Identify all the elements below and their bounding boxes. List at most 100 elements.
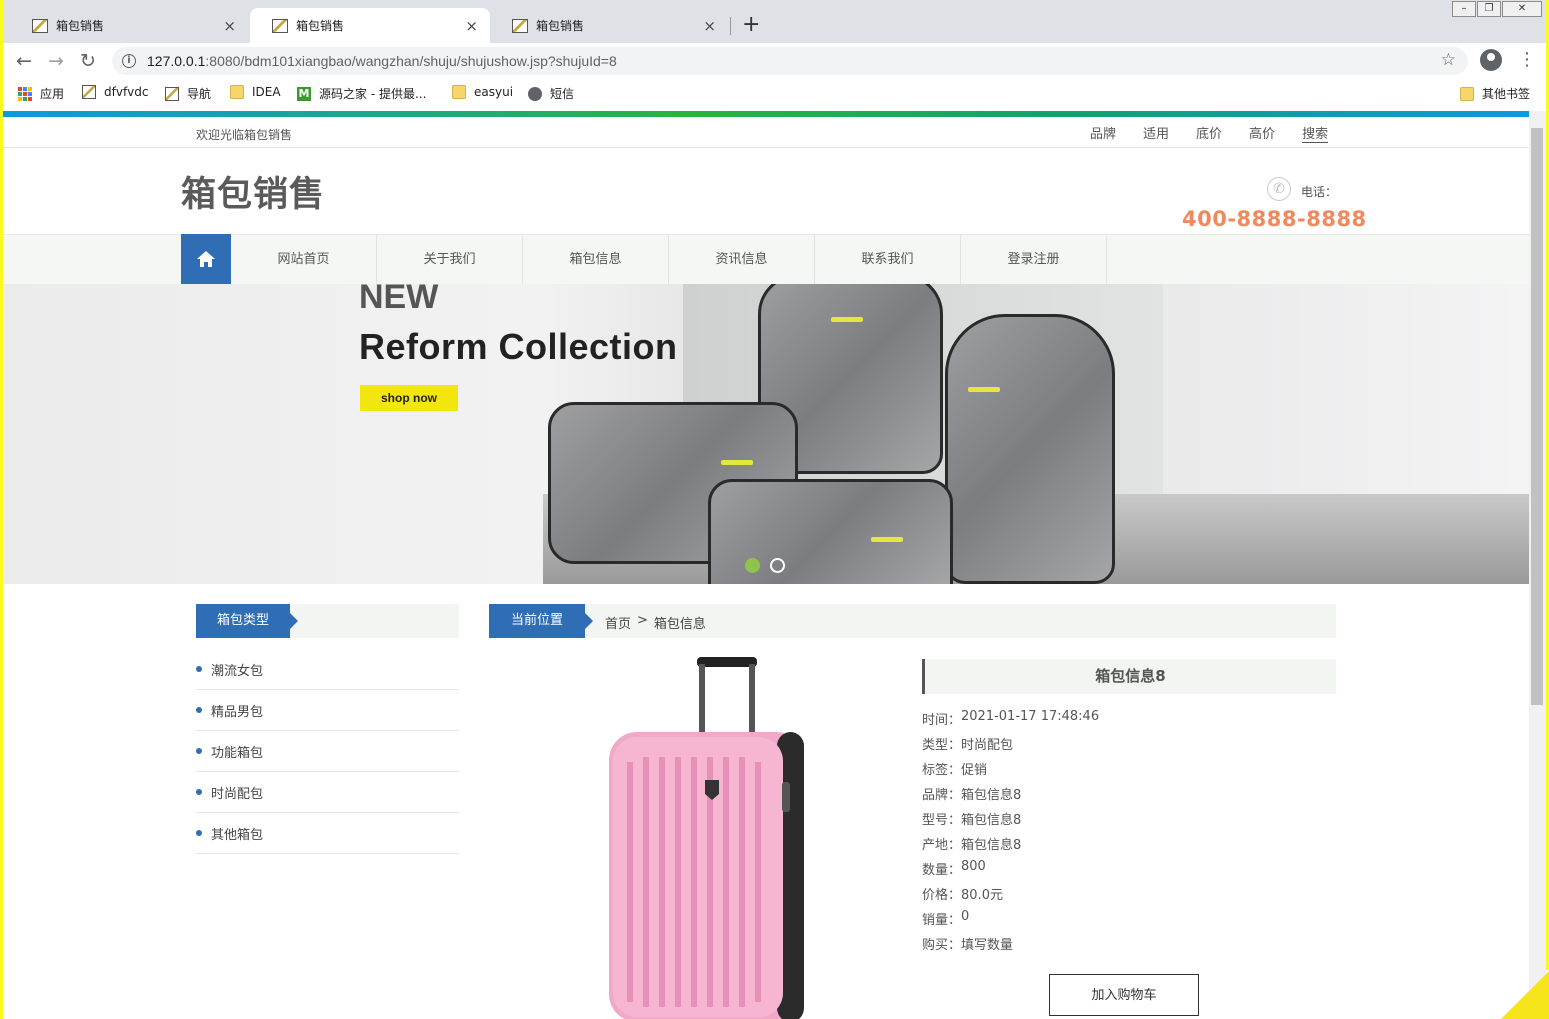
- minimize-window-icon[interactable]: –: [1452, 1, 1476, 17]
- phone-label: 电话：: [1301, 185, 1338, 199]
- breadcrumb-separator: >: [637, 613, 648, 628]
- welcome-text: 欢迎光临箱包销售: [196, 128, 293, 142]
- bookmark-label: 其他书签: [1482, 87, 1531, 101]
- url-path: :8080/bdm101xiangbao/wangzhan/shuju/shuj…: [205, 53, 617, 69]
- url-host: 127.0.0.1: [147, 53, 206, 69]
- phone-number: 400-8888-8888: [1182, 207, 1367, 231]
- category-item[interactable]: 其他箱包: [196, 813, 459, 854]
- nav-items: 网站首页 关于我们 箱包信息 资讯信息 联系我们 登录注册: [231, 235, 1107, 284]
- tab-title: 箱包销售: [536, 19, 585, 33]
- bookmark-folder[interactable]: easyui: [452, 85, 513, 99]
- top-link-low-price[interactable]: 底价: [1196, 123, 1222, 143]
- profile-avatar-icon[interactable]: [1480, 49, 1502, 71]
- bookmark-item[interactable]: 导航: [165, 85, 211, 102]
- bookmark-label: easyui: [474, 85, 514, 99]
- category-item[interactable]: 精品男包: [196, 690, 459, 731]
- site-info-icon[interactable]: i: [122, 54, 136, 68]
- breadcrumb-home-link[interactable]: 首页: [605, 613, 631, 632]
- category-list: 潮流女包 精品男包 功能箱包 时尚配包 其他箱包: [196, 649, 459, 854]
- bullet-icon: [196, 666, 202, 672]
- shop-now-button[interactable]: shop now: [360, 385, 458, 411]
- image-icon: [82, 85, 96, 99]
- url-text: 127.0.0.1:8080/bdm101xiangbao/wangzhan/s…: [147, 53, 617, 69]
- phone-icon: ✆: [1267, 177, 1291, 201]
- frame-corner: [1501, 971, 1549, 1019]
- category-item[interactable]: 功能箱包: [196, 731, 459, 772]
- close-window-icon[interactable]: ✕: [1502, 1, 1542, 17]
- category-item[interactable]: 时尚配包: [196, 772, 459, 813]
- tab-close-icon[interactable]: ×: [223, 17, 236, 35]
- browser-tab-active[interactable]: 箱包销售 ×: [250, 8, 490, 43]
- reload-icon[interactable]: ↻: [80, 50, 96, 72]
- carousel-dot[interactable]: [770, 558, 785, 573]
- page-scrollbar[interactable]: [1529, 111, 1546, 1019]
- restore-window-icon[interactable]: ❐: [1477, 1, 1501, 17]
- tab-separator: [730, 17, 731, 35]
- tab-close-icon[interactable]: ×: [703, 17, 716, 35]
- add-to-cart-button[interactable]: 加入购物车: [1049, 974, 1199, 1016]
- attr-value: 2021-01-17 17:48:46: [961, 709, 1100, 724]
- bookmark-item[interactable]: 短信: [528, 85, 574, 102]
- browser-tab[interactable]: 箱包销售 ×: [10, 8, 248, 43]
- nav-item-contact[interactable]: 联系我们: [815, 235, 961, 284]
- bookmark-apps[interactable]: 应用: [18, 85, 64, 102]
- breadcrumb: 当前位置 首页 > 箱包信息: [489, 604, 1336, 638]
- attr-label: 型号：: [922, 813, 962, 828]
- attr-label: 产地：: [922, 838, 962, 853]
- new-tab-button[interactable]: +: [742, 12, 760, 37]
- category-sidebar: 箱包类型 潮流女包 精品男包 功能箱包 时尚配包 其他箱包: [196, 604, 459, 854]
- other-bookmarks-folder[interactable]: 其他书签: [1460, 85, 1530, 102]
- bookmark-star-icon[interactable]: ☆: [1441, 50, 1456, 70]
- bookmark-label: 源码之家 - 提供最...: [319, 87, 427, 101]
- top-link-search[interactable]: 搜索: [1302, 123, 1329, 143]
- browser-tab[interactable]: 箱包销售 ×: [490, 8, 728, 43]
- nav-item-login[interactable]: 登录注册: [961, 235, 1107, 284]
- category-label: 其他箱包: [211, 827, 264, 843]
- attr-label: 价格：: [922, 888, 962, 903]
- buy-quantity-link[interactable]: 填写数量: [961, 934, 1013, 959]
- bullet-icon: [196, 789, 202, 795]
- category-label: 时尚配包: [211, 786, 264, 802]
- category-label: 潮流女包: [211, 663, 264, 679]
- home-button[interactable]: [181, 234, 231, 284]
- breadcrumb-label: 当前位置: [489, 604, 593, 638]
- top-link-usage[interactable]: 适用: [1143, 123, 1169, 143]
- backpack-image: [945, 314, 1115, 584]
- address-bar[interactable]: i 127.0.0.1:8080/bdm101xiangbao/wangzhan…: [112, 47, 1468, 75]
- attr-tag: 标签： 促销: [922, 759, 1336, 784]
- attr-label: 品牌：: [922, 788, 962, 803]
- carousel-dot-active[interactable]: [745, 558, 760, 573]
- tab-title: 箱包销售: [56, 19, 105, 33]
- attr-value: 箱包信息8: [961, 838, 1022, 853]
- back-arrow-icon[interactable]: ←: [16, 50, 32, 72]
- browser-toolbar: ← → ↻ i 127.0.0.1:8080/bdm101xiangbao/wa…: [0, 43, 1549, 79]
- attr-origin: 产地： 箱包信息8: [922, 834, 1336, 859]
- product-image: [609, 657, 804, 1019]
- bookmark-item[interactable]: dfvfvdc: [82, 85, 148, 99]
- tab-close-icon[interactable]: ×: [465, 17, 478, 35]
- frame-edge: [0, 0, 3, 1019]
- hero-banner[interactable]: NEW Reform Collection shop now: [3, 284, 1529, 584]
- nav-item-about[interactable]: 关于我们: [377, 235, 523, 284]
- attr-value: 促销: [961, 763, 988, 778]
- page-favicon-icon: [272, 18, 288, 33]
- nav-item-news[interactable]: 资讯信息: [669, 235, 815, 284]
- top-link-brand[interactable]: 品牌: [1090, 123, 1116, 143]
- bookmark-item[interactable]: M 源码之家 - 提供最...: [297, 85, 426, 102]
- bookmark-folder[interactable]: IDEA: [230, 85, 281, 99]
- browser-menu-icon[interactable]: ⋮: [1518, 49, 1536, 70]
- scrollbar-thumb[interactable]: [1531, 128, 1543, 705]
- site-header: 箱包销售 ✆ 电话： 400-8888-8888: [3, 148, 1529, 234]
- nav-item-home[interactable]: 网站首页: [231, 235, 377, 284]
- image-icon: [165, 86, 179, 101]
- attr-time: 时间： 2021-01-17 17:48:46: [922, 709, 1336, 734]
- category-item[interactable]: 潮流女包: [196, 649, 459, 690]
- m-logo-icon: M: [297, 86, 311, 101]
- forward-arrow-icon[interactable]: →: [48, 50, 64, 72]
- bookmarks-bar: 应用 dfvfvdc 导航 IDEA M 源码之家 - 提供最... easyu…: [0, 79, 1549, 111]
- top-link-high-price[interactable]: 高价: [1249, 123, 1275, 143]
- attr-sales: 销量： 0: [922, 909, 1336, 934]
- banner-headline: Reform Collection: [359, 326, 678, 367]
- nav-item-bags[interactable]: 箱包信息: [523, 235, 669, 284]
- site-logo[interactable]: 箱包销售: [181, 166, 325, 217]
